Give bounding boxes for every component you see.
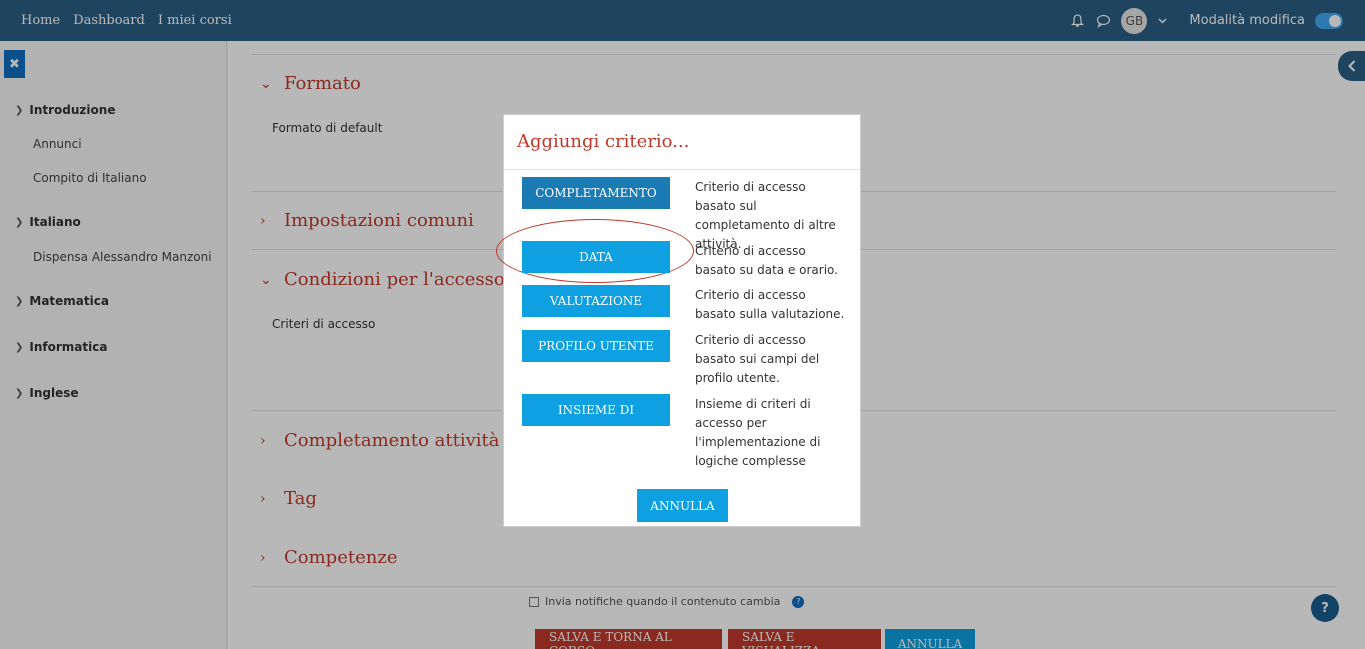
criterion-grade-button[interactable]: VALUTAZIONE — [522, 285, 670, 317]
criterion-set-button[interactable]: INSIEME DI — [522, 394, 670, 426]
criterion-completion-button[interactable]: COMPLETAMENTO — [522, 177, 670, 209]
criterion-grade-description: Criterio di accesso basato sulla valutaz… — [695, 288, 845, 321]
dialog-title: Aggiungi criterio... — [517, 131, 690, 152]
add-criterion-dialog: Aggiungi criterio... COMPLETAMENTO Crite… — [496, 114, 861, 527]
criterion-set-description: Insieme di criteri di accesso per l'impl… — [695, 397, 821, 468]
dialog-cancel-button[interactable]: ANNULLA — [637, 489, 728, 522]
criterion-date-button[interactable]: DATA — [522, 241, 670, 273]
criterion-date-description: Criterio di accesso basato su data e ora… — [695, 244, 838, 277]
criterion-user-profile-description: Criterio di accesso basato sui campi del… — [695, 333, 820, 385]
criterion-user-profile-button[interactable]: PROFILO UTENTE — [522, 330, 670, 362]
dialog-divider — [504, 169, 860, 170]
